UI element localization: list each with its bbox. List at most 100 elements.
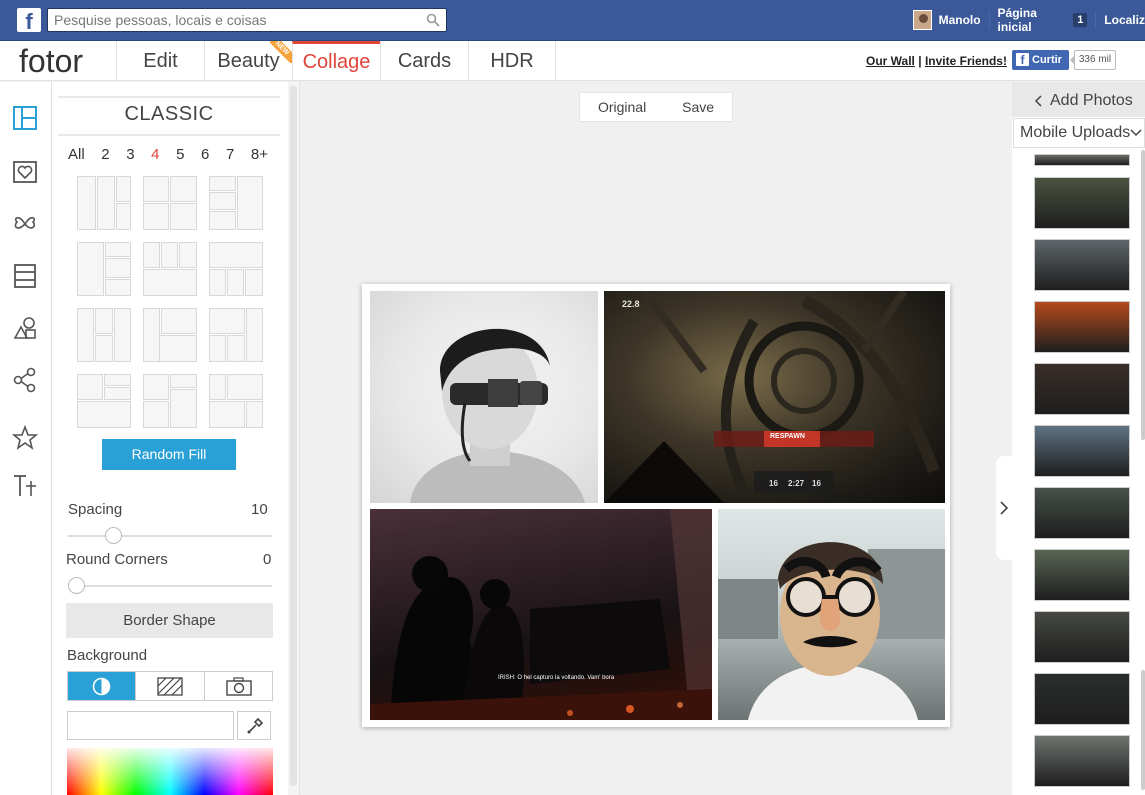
tab-cards[interactable]: Cards: [380, 41, 468, 81]
scrollbar-thumb[interactable]: [290, 86, 297, 786]
tab-beauty[interactable]: Beauty NEW: [204, 41, 292, 81]
count-7[interactable]: 7: [226, 146, 234, 163]
header-links: Our Wall | Invite Friends!: [866, 54, 1007, 68]
photo-dark-soldiers-icon: [370, 509, 712, 720]
photo-thumbnail[interactable]: [1034, 239, 1130, 291]
tab-edit[interactable]: Edit: [116, 41, 204, 81]
hud-respawn: RESPAWN: [770, 433, 805, 440]
color-hex-input[interactable]: [67, 711, 234, 740]
collapse-right-panel-button[interactable]: [996, 456, 1012, 560]
user-name-link[interactable]: Manolo: [939, 13, 981, 27]
contrast-icon: [92, 677, 111, 696]
chevron-down-icon: [1130, 129, 1142, 137]
shapes-icon[interactable]: [11, 314, 39, 342]
count-8plus[interactable]: 8+: [251, 146, 268, 163]
tab-label: Edit: [143, 50, 178, 72]
photo-thumbnail[interactable]: [1034, 549, 1130, 601]
heart-frame-icon[interactable]: [11, 158, 39, 186]
photo-thumbnail[interactable]: [1034, 154, 1130, 166]
star-icon[interactable]: [11, 424, 39, 452]
template-thumbnail[interactable]: [143, 176, 197, 230]
template-thumbnail[interactable]: [77, 242, 131, 296]
photos-scrollbar-lower[interactable]: [1141, 670, 1145, 790]
hud-speed: 22.8: [622, 299, 640, 309]
fotor-logo[interactable]: fotor: [19, 43, 83, 80]
template-thumbnail[interactable]: [77, 308, 131, 362]
bg-image-tab[interactable]: [205, 672, 272, 700]
template-panel: CLASSIC All 2 3 4 5 6 7 8+ Random Fill S…: [52, 82, 288, 795]
photo-thumbnail[interactable]: [1034, 673, 1130, 725]
template-thumbnail[interactable]: [77, 176, 131, 230]
facebook-search-input[interactable]: [48, 9, 418, 31]
round-corners-label: Round Corners: [66, 551, 168, 568]
tab-collage[interactable]: Collage: [292, 41, 380, 81]
panel-scrollbar[interactable]: [288, 82, 300, 795]
save-button[interactable]: Save: [682, 99, 714, 115]
location-link[interactable]: Localiz: [1104, 13, 1145, 27]
template-thumbnail[interactable]: [77, 374, 131, 428]
template-thumbnail[interactable]: [209, 374, 263, 428]
template-thumbnail[interactable]: [143, 374, 197, 428]
template-thumbnail[interactable]: [209, 176, 263, 230]
spacing-slider[interactable]: [68, 527, 272, 544]
text-icon[interactable]: [11, 472, 39, 500]
count-all[interactable]: All: [68, 146, 85, 163]
like-count: 336 mil: [1070, 50, 1116, 70]
facebook-user-nav: Manolo Página inicial 1 Localiz: [913, 6, 1145, 34]
photo-thumbnail[interactable]: [1034, 177, 1130, 229]
round-corners-slider-handle[interactable]: [68, 577, 85, 594]
collage-cell-1[interactable]: [370, 291, 598, 503]
bg-color-tab[interactable]: [68, 672, 137, 700]
tab-hdr[interactable]: HDR: [468, 41, 556, 81]
photo-man-goggles-icon: [410, 328, 585, 503]
hud-timer: 2:27: [788, 479, 805, 488]
original-button[interactable]: Original: [598, 99, 646, 115]
album-select[interactable]: Mobile Uploads: [1013, 118, 1145, 148]
count-4[interactable]: 4: [151, 146, 159, 163]
bg-pattern-tab[interactable]: [136, 672, 205, 700]
random-fill-button[interactable]: Random Fill: [102, 439, 236, 470]
home-link[interactable]: Página inicial: [998, 6, 1069, 34]
color-spectrum-picker[interactable]: [67, 748, 273, 795]
count-6[interactable]: 6: [201, 146, 209, 163]
facebook-like-button[interactable]: f Curtir: [1012, 50, 1069, 70]
count-5[interactable]: 5: [176, 146, 184, 163]
photo-thumbnail[interactable]: [1034, 735, 1130, 787]
photo-thumbnail[interactable]: [1034, 425, 1130, 477]
share-icon[interactable]: [11, 366, 39, 394]
border-shape-button[interactable]: Border Shape: [66, 603, 273, 638]
collage-cell-2[interactable]: 22.8 RESPAWN 16 2:27 16: [604, 291, 945, 503]
spacing-slider-handle[interactable]: [105, 527, 122, 544]
layout-icon[interactable]: [11, 104, 39, 132]
collage-frame[interactable]: 22.8 RESPAWN 16 2:27 16 IRISH: O hel cap…: [362, 284, 950, 727]
template-thumbnail[interactable]: [143, 308, 197, 362]
facebook-logo-icon[interactable]: f: [17, 8, 41, 32]
tool-rail: [0, 82, 52, 795]
round-corners-slider[interactable]: [68, 577, 272, 594]
photo-thumbnail[interactable]: [1034, 611, 1130, 663]
avatar[interactable]: [913, 10, 932, 30]
our-wall-link[interactable]: Our Wall: [866, 54, 915, 68]
template-thumbnail[interactable]: [143, 242, 197, 296]
photos-scrollbar[interactable]: [1141, 150, 1145, 440]
count-3[interactable]: 3: [126, 146, 134, 163]
eyedropper-button[interactable]: [237, 711, 271, 740]
photo-thumbnail[interactable]: [1034, 363, 1130, 415]
background-label: Background: [67, 647, 148, 664]
stitching-icon[interactable]: [11, 262, 39, 290]
template-thumbnail[interactable]: [209, 308, 263, 362]
template-thumbnail[interactable]: [209, 242, 263, 296]
new-badge: NEW: [270, 41, 292, 63]
facebook-search[interactable]: [47, 8, 447, 32]
collage-cell-4[interactable]: [718, 509, 945, 720]
invite-friends-link[interactable]: Invite Friends!: [925, 54, 1007, 68]
photo-thumbnail[interactable]: [1034, 301, 1130, 353]
count-2[interactable]: 2: [101, 146, 109, 163]
add-photos-button[interactable]: Add Photos: [1012, 82, 1145, 117]
search-icon[interactable]: [426, 13, 440, 27]
collage-cell-3[interactable]: IRISH: O hel capturo la voltando. Vam' b…: [370, 509, 712, 720]
photo-thumbnail[interactable]: [1034, 487, 1130, 539]
tab-label: HDR: [490, 50, 534, 72]
photo-man-fake-glasses-icon: [718, 542, 945, 720]
artistic-icon[interactable]: [11, 210, 39, 238]
